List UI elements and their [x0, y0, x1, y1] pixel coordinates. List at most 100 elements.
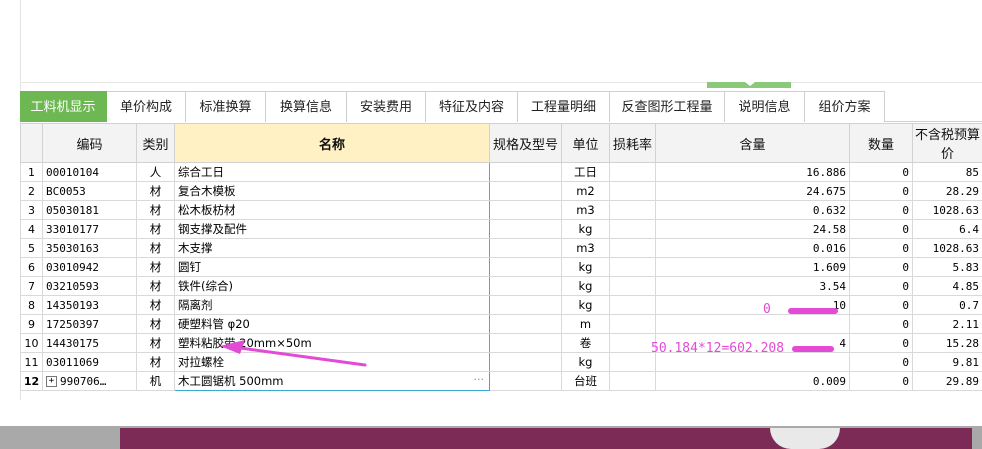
cell-price[interactable]: 2.11 — [912, 314, 982, 334]
cell-category[interactable]: 材 — [136, 295, 175, 315]
cell-loss[interactable] — [609, 219, 656, 239]
cell-spec[interactable] — [489, 181, 562, 201]
cell-quantity[interactable]: 0 — [849, 314, 913, 334]
cell-price[interactable]: 0.7 — [912, 295, 982, 315]
tab-reverse-lookup[interactable]: 反查图形工程量 — [610, 91, 725, 122]
cell-name[interactable]: 硬塑料管 φ20 — [174, 314, 490, 334]
tab-pricing-scheme[interactable]: 组价方案 — [805, 91, 885, 122]
cell-content[interactable]: 0.009 — [655, 371, 850, 391]
cell-category[interactable]: 材 — [136, 276, 175, 296]
tab-description-info[interactable]: 说明信息 — [725, 91, 805, 122]
cell-loss[interactable] — [609, 333, 656, 353]
cell-price[interactable]: 29.89 — [912, 371, 982, 391]
cell-category[interactable]: 材 — [136, 181, 175, 201]
cell-content[interactable]: 24.58 — [655, 219, 850, 239]
cell-price[interactable]: 6.4 — [912, 219, 982, 239]
cell-name[interactable]: 松木板枋材 — [174, 200, 490, 220]
cell-category[interactable]: 人 — [136, 162, 175, 182]
cell-quantity[interactable]: 0 — [849, 257, 913, 277]
cell-spec[interactable] — [489, 295, 562, 315]
cell-unit[interactable]: m — [561, 314, 610, 334]
cell-spec[interactable] — [489, 276, 562, 296]
cell-quantity[interactable]: 0 — [849, 162, 913, 182]
table-row[interactable]: 6 03010942 材 圆钉 kg 1.609 0 5.83 — [20, 257, 982, 277]
cell-category[interactable]: 材 — [136, 352, 175, 372]
header-spec[interactable]: 规格及型号 — [489, 123, 562, 163]
cell-code[interactable]: +990706… — [42, 371, 137, 391]
tab-features-content[interactable]: 特征及内容 — [426, 91, 518, 122]
cell-content[interactable]: 24.675 — [655, 181, 850, 201]
cell-category[interactable]: 材 — [136, 333, 175, 353]
cell-quantity[interactable]: 0 — [849, 276, 913, 296]
cell-spec[interactable] — [489, 200, 562, 220]
cell-loss[interactable] — [609, 352, 656, 372]
cell-quantity[interactable]: 0 — [849, 295, 913, 315]
table-row[interactable]: 5 35030163 材 木支撑 m3 0.016 0 1028.63 — [20, 238, 982, 258]
cell-spec[interactable] — [489, 219, 562, 239]
cell-code[interactable]: 03011069 — [42, 352, 137, 372]
cell-category[interactable]: 材 — [136, 314, 175, 334]
cell-unit[interactable]: m2 — [561, 181, 610, 201]
tab-unit-price-composition[interactable]: 单价构成 — [107, 91, 186, 122]
cell-price[interactable]: 1028.63 — [912, 238, 982, 258]
cell-price[interactable]: 4.85 — [912, 276, 982, 296]
cell-spec[interactable] — [489, 352, 562, 372]
header-code[interactable]: 编码 — [42, 123, 137, 163]
cell-unit[interactable]: kg — [561, 276, 610, 296]
cell-code[interactable]: BC0053 — [42, 181, 137, 201]
cell-quantity[interactable]: 0 — [849, 238, 913, 258]
cell-category[interactable]: 机 — [136, 371, 175, 391]
table-row[interactable]: 4 33010177 材 钢支撑及配件 kg 24.58 0 6.4 — [20, 219, 982, 239]
cell-quantity[interactable]: 0 — [849, 200, 913, 220]
tab-quantity-details[interactable]: 工程量明细 — [518, 91, 610, 122]
cell-spec[interactable] — [489, 314, 562, 334]
cell-price[interactable]: 85 — [912, 162, 982, 182]
cell-loss[interactable] — [609, 295, 656, 315]
cell-category[interactable]: 材 — [136, 238, 175, 258]
cell-spec[interactable] — [489, 371, 562, 391]
header-price[interactable]: 不含税预算价 — [912, 123, 982, 163]
cell-content[interactable]: 3.54 — [655, 276, 850, 296]
cell-loss[interactable] — [609, 257, 656, 277]
header-content[interactable]: 含量 — [655, 123, 850, 163]
cell-name[interactable]: 综合工日 — [174, 162, 490, 182]
header-category[interactable]: 类别 — [136, 123, 175, 163]
table-row[interactable]: 11 03011069 材 对拉螺栓 kg 0 9.81 — [20, 352, 982, 372]
cell-price[interactable]: 28.29 — [912, 181, 982, 201]
header-name[interactable]: 名称 — [174, 123, 490, 163]
splitter-handle[interactable] — [707, 82, 791, 88]
cell-quantity[interactable]: 0 — [849, 181, 913, 201]
cell-name-editing[interactable]: 木工圆锯机 500mm ··· — [174, 371, 490, 391]
cell-spec[interactable] — [489, 162, 562, 182]
table-row[interactable]: 3 05030181 材 松木板枋材 m3 0.632 0 1028.63 — [20, 200, 982, 220]
cell-quantity[interactable]: 0 — [849, 371, 913, 391]
cell-code[interactable]: 03010942 — [42, 257, 137, 277]
header-loss-rate[interactable]: 损耗率 — [609, 123, 656, 163]
cell-category[interactable]: 材 — [136, 219, 175, 239]
cell-unit[interactable]: kg — [561, 352, 610, 372]
cell-content[interactable]: 16.886 — [655, 162, 850, 182]
cell-unit[interactable]: kg — [561, 257, 610, 277]
cell-code[interactable]: 35030163 — [42, 238, 137, 258]
table-row-selected[interactable]: 12 +990706… 机 木工圆锯机 500mm ··· 台班 0.009 0 … — [20, 371, 982, 391]
cell-quantity[interactable]: 0 — [849, 352, 913, 372]
cell-name[interactable]: 圆钉 — [174, 257, 490, 277]
cell-unit[interactable]: 工日 — [561, 162, 610, 182]
tab-installation-fee[interactable]: 安装费用 — [347, 91, 426, 122]
header-quantity[interactable]: 数量 — [849, 123, 913, 163]
cell-spec[interactable] — [489, 333, 562, 353]
cell-category[interactable]: 材 — [136, 200, 175, 220]
cell-content[interactable]: 0.016 — [655, 238, 850, 258]
cell-loss[interactable] — [609, 162, 656, 182]
cell-price[interactable]: 1028.63 — [912, 200, 982, 220]
table-row[interactable]: 7 03210593 材 铁件(综合) kg 3.54 0 4.85 — [20, 276, 982, 296]
table-row[interactable]: 10 14430175 材 塑料粘胶带 20mm×50m 卷 4 0 15.28 — [20, 333, 982, 353]
cell-price[interactable]: 9.81 — [912, 352, 982, 372]
cell-name[interactable]: 复合木模板 — [174, 181, 490, 201]
cell-code[interactable]: 03210593 — [42, 276, 137, 296]
cell-code[interactable]: 00010104 — [42, 162, 137, 182]
cell-spec[interactable] — [489, 257, 562, 277]
table-row[interactable]: 1 00010104 人 综合工日 工日 16.886 0 85 — [20, 162, 982, 182]
cell-unit[interactable]: kg — [561, 295, 610, 315]
cell-content[interactable]: 1.609 — [655, 257, 850, 277]
